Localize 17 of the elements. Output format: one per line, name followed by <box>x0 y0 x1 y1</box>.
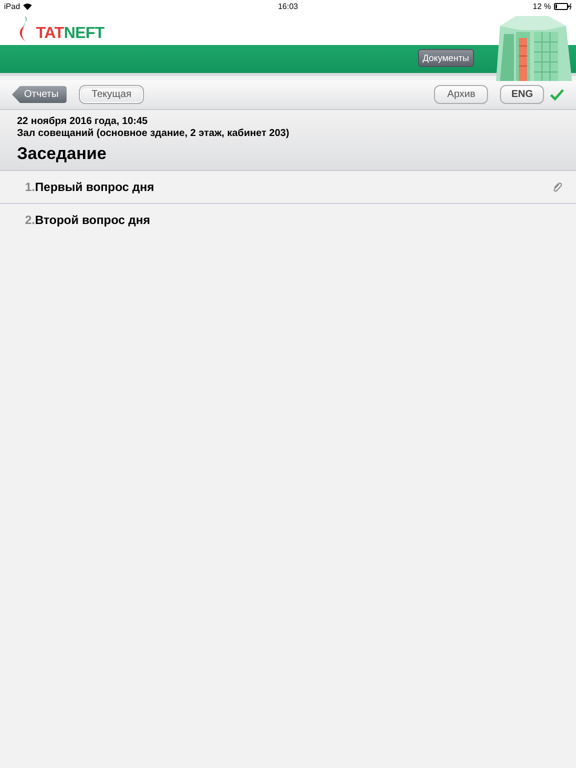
wifi-icon <box>23 2 32 10</box>
language-button[interactable]: ENG <box>500 85 544 104</box>
back-button[interactable]: Отчеты <box>12 86 67 103</box>
meeting-title: Заседание <box>17 144 108 164</box>
documents-button[interactable]: Документы <box>418 48 474 66</box>
battery-percent: 12 % <box>532 2 551 10</box>
device-name: iPad <box>4 2 20 10</box>
clock: 16:03 <box>278 2 298 10</box>
company-logo-text: TATNEFT <box>36 24 104 42</box>
checkmark-icon[interactable] <box>550 88 564 100</box>
meeting-date: 22 ноября 2016 года, 10:45 <box>17 116 149 128</box>
meeting-location: Зал совещаний (основное здание, 2 этаж, кабинет 203) <box>17 128 290 140</box>
tab[interactable]: Архив <box>434 85 488 104</box>
agenda-item[interactable]: 1.Первый вопрос дня <box>0 171 576 204</box>
agenda-item[interactable]: 2.Второй вопрос дня <box>0 204 576 236</box>
tab[interactable]: Текущая <box>78 85 144 104</box>
battery-icon <box>554 2 572 10</box>
